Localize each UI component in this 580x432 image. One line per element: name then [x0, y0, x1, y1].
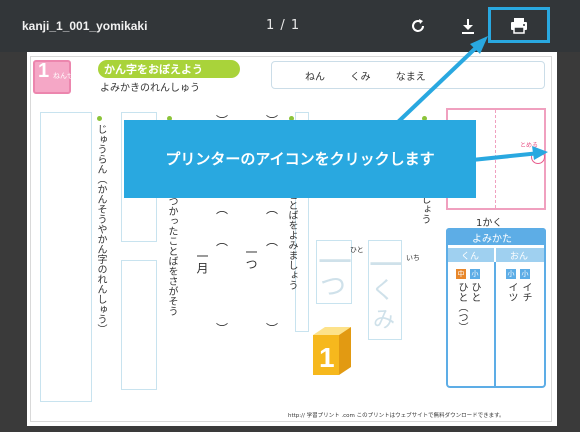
callout-text: プリンターのアイコンをクリックします — [165, 150, 435, 168]
callout-arrows — [396, 36, 548, 162]
